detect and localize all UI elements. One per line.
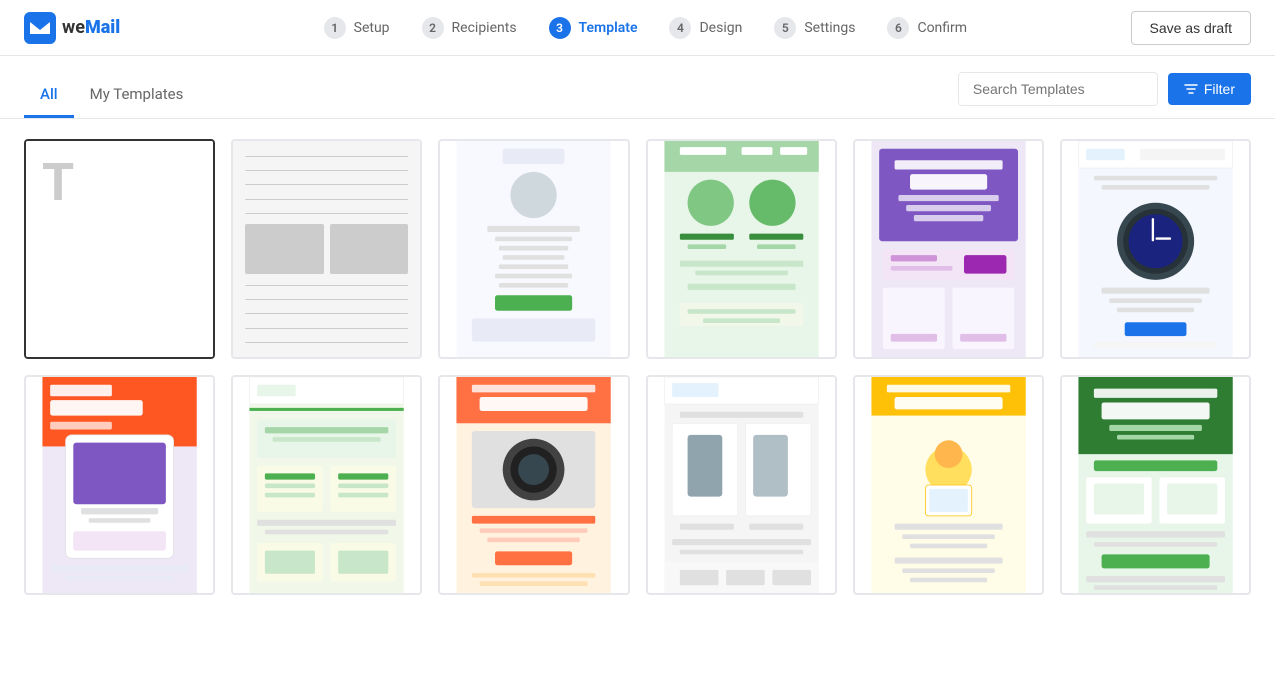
filter-icon: [1184, 82, 1198, 96]
step-label-confirm: Confirm: [917, 20, 967, 36]
step-setup[interactable]: 1 Setup: [308, 17, 406, 39]
template-card-youre-in-luck[interactable]: [438, 375, 629, 595]
step-label-design: Design: [699, 20, 742, 36]
green-food-preview: [648, 141, 835, 357]
collaborate-preview: [855, 377, 1042, 593]
rudys-preview: [855, 141, 1042, 357]
template-card-discount[interactable]: [1060, 375, 1251, 595]
logo[interactable]: weMail: [24, 12, 120, 44]
template-card-tshirt[interactable]: [646, 375, 837, 595]
step-number-1: 1: [324, 17, 346, 39]
step-number-3: 3: [549, 17, 571, 39]
youre-in-luck-preview: [440, 377, 627, 593]
product-update-preview: [26, 377, 213, 593]
template-card-rudys[interactable]: [853, 139, 1044, 359]
sub-header: All My Templates Filter: [0, 56, 1275, 119]
search-filter-area: Filter: [958, 72, 1251, 118]
template-card-appsero[interactable]: [438, 139, 629, 359]
step-number-4: 4: [669, 17, 691, 39]
step-label-recipients: Recipients: [452, 20, 517, 36]
tshirt-preview: [648, 377, 835, 593]
template-grid: T: [0, 119, 1275, 615]
step-confirm[interactable]: 6 Confirm: [871, 17, 983, 39]
wemail-green-preview: [233, 377, 420, 593]
step-number-5: 5: [774, 17, 796, 39]
tabs: All My Templates: [24, 73, 199, 117]
appsero-preview: [440, 141, 627, 357]
template-card-gray-layout[interactable]: [231, 139, 422, 359]
wemail-watch-preview: [1062, 141, 1249, 357]
step-recipients[interactable]: 2 Recipients: [406, 17, 533, 39]
tab-all[interactable]: All: [24, 73, 74, 118]
template-card-wemail-watch[interactable]: [1060, 139, 1251, 359]
search-input[interactable]: [958, 72, 1158, 106]
header: weMail 1 Setup 2 Recipients 3 Template 4…: [0, 0, 1275, 56]
template-card-product-update[interactable]: [24, 375, 215, 595]
discount-preview: [1062, 377, 1249, 593]
logo-text: weMail: [62, 17, 120, 38]
logo-icon: [24, 12, 56, 44]
step-label-setup: Setup: [354, 20, 390, 36]
step-settings[interactable]: 5 Settings: [758, 17, 871, 39]
step-template[interactable]: 3 Template: [533, 17, 654, 39]
step-label-template: Template: [579, 20, 638, 36]
template-card-blank[interactable]: T: [24, 139, 215, 359]
step-design[interactable]: 4 Design: [653, 17, 758, 39]
step-number-2: 2: [422, 17, 444, 39]
step-label-settings: Settings: [804, 20, 855, 36]
template-card-collaborate[interactable]: [853, 375, 1044, 595]
template-card-green-food[interactable]: [646, 139, 837, 359]
step-number-6: 6: [887, 17, 909, 39]
filter-button[interactable]: Filter: [1168, 73, 1251, 105]
save-draft-button[interactable]: Save as draft: [1131, 11, 1252, 45]
stepper: 1 Setup 2 Recipients 3 Template 4 Design…: [160, 17, 1130, 39]
tab-my-templates[interactable]: My Templates: [74, 73, 200, 118]
template-card-wemail-green[interactable]: [231, 375, 422, 595]
